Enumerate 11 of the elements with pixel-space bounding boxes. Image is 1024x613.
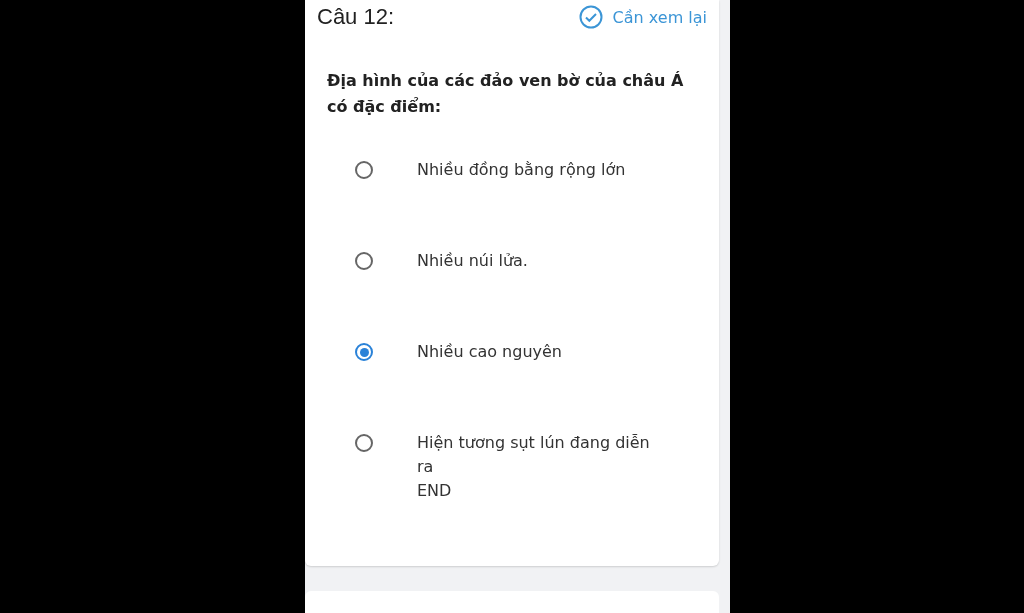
option-label[interactable]: Hiện tương sụt lún đang diễn ra END [417, 431, 667, 503]
question-number: Câu 12: [317, 4, 395, 30]
radio-button[interactable] [355, 161, 373, 179]
option-label[interactable]: Nhiều đồng bằng rộng lớn [417, 158, 667, 182]
option-label[interactable]: Nhiều cao nguyên [417, 340, 667, 364]
radio-button[interactable] [355, 343, 373, 361]
question-text: Địa hình của các đảo ven bờ của châu Á có đặc điểm: [326, 70, 685, 118]
check-circle-icon [578, 5, 603, 29]
radio-button[interactable] [355, 252, 373, 270]
option-label[interactable]: Nhiều núi lửa. [417, 249, 667, 273]
radio-button[interactable] [355, 434, 373, 452]
